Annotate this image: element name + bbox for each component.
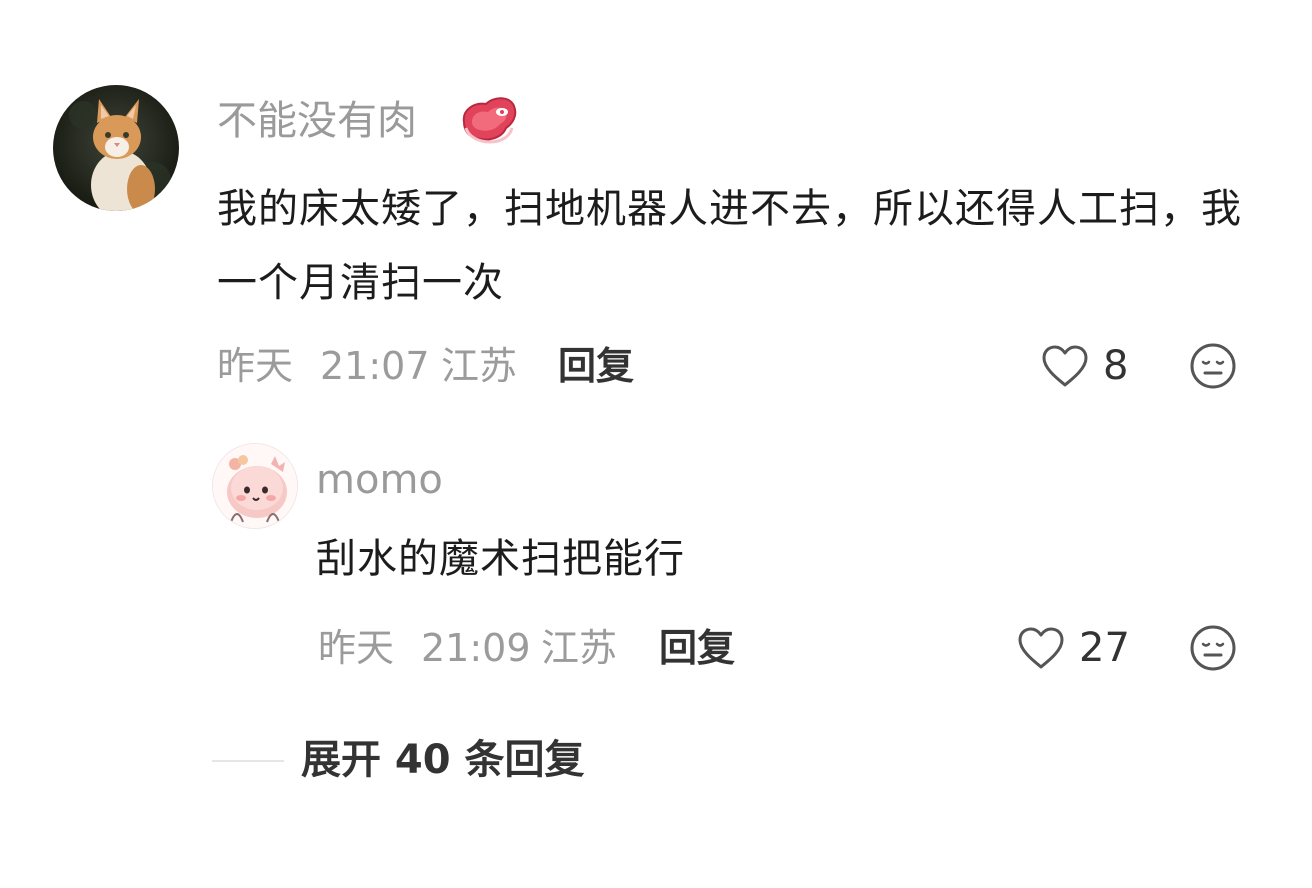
steak-icon	[458, 92, 520, 148]
reply-text: 刮水的魔术扫把能行	[316, 536, 685, 582]
comment-like-count: 8	[1103, 343, 1129, 389]
cat-avatar-image	[53, 85, 179, 211]
expand-replies-button[interactable]: 展开 40 条回复	[301, 734, 585, 786]
commenter-username[interactable]: 不能没有肉	[217, 95, 417, 147]
reply-username[interactable]: momo	[316, 454, 443, 506]
reply-avatar[interactable]	[212, 443, 298, 529]
meh-emoji-icon[interactable]	[1189, 342, 1237, 390]
reply-reply-button[interactable]: 回复	[659, 624, 735, 672]
meh-emoji-icon[interactable]	[1189, 624, 1237, 672]
commenter-avatar[interactable]	[53, 85, 179, 211]
comment-date: 昨天	[217, 344, 294, 388]
heart-icon[interactable]	[1016, 625, 1066, 671]
comment-text: 我的床太矮了，扫地机器人进不去，所以还得人工扫，我一个月清扫一次	[217, 186, 1242, 306]
reply-like-count: 27	[1079, 625, 1130, 671]
comment-reply-button[interactable]: 回复	[558, 342, 634, 390]
reply-date: 昨天	[318, 626, 395, 670]
comment-location: 江苏	[441, 344, 518, 388]
reply-location: 江苏	[541, 626, 618, 670]
comment-time: 21:07	[320, 344, 430, 388]
reply-time: 21:09	[421, 626, 531, 670]
pink-mascot-avatar-image	[213, 444, 297, 528]
heart-icon[interactable]	[1040, 343, 1090, 389]
expand-divider	[212, 760, 284, 762]
